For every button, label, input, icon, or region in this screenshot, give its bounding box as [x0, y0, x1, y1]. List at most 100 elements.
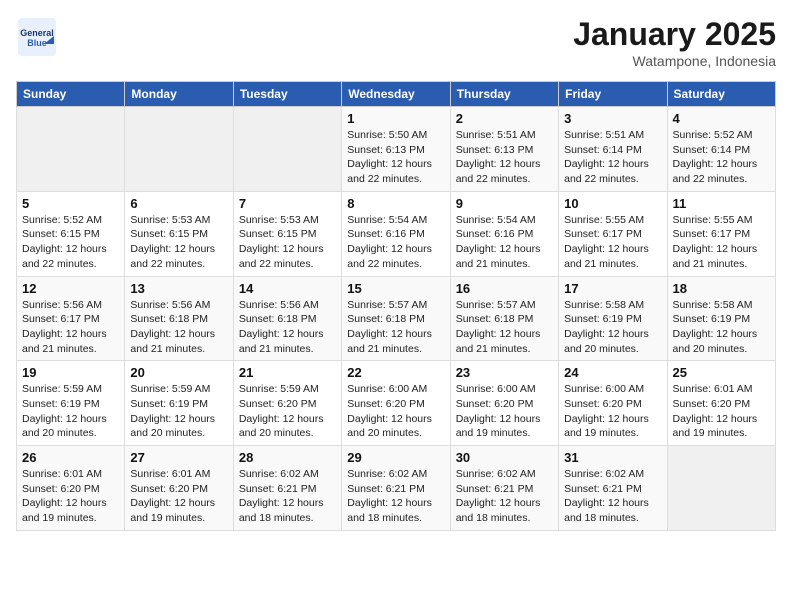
day-number: 10 — [564, 196, 661, 211]
day-info: Sunrise: 5:58 AM Sunset: 6:19 PM Dayligh… — [564, 298, 661, 357]
calendar-cell: 24 Sunrise: 6:00 AM Sunset: 6:20 PM Dayli… — [559, 361, 667, 446]
day-number: 15 — [347, 281, 444, 296]
svg-text:Blue: Blue — [27, 38, 47, 48]
day-number: 9 — [456, 196, 553, 211]
day-number: 25 — [673, 365, 770, 380]
month-title: January 2025 — [573, 16, 776, 53]
calendar-cell: 15 Sunrise: 5:57 AM Sunset: 6:18 PM Dayli… — [342, 276, 450, 361]
day-info: Sunrise: 5:58 AM Sunset: 6:19 PM Dayligh… — [673, 298, 770, 357]
day-info: Sunrise: 6:01 AM Sunset: 6:20 PM Dayligh… — [673, 382, 770, 441]
day-info: Sunrise: 5:55 AM Sunset: 6:17 PM Dayligh… — [673, 213, 770, 272]
col-header-saturday: Saturday — [667, 82, 775, 107]
day-info: Sunrise: 5:51 AM Sunset: 6:14 PM Dayligh… — [564, 128, 661, 187]
day-info: Sunrise: 6:00 AM Sunset: 6:20 PM Dayligh… — [456, 382, 553, 441]
calendar-cell: 8 Sunrise: 5:54 AM Sunset: 6:16 PM Daylig… — [342, 191, 450, 276]
day-info: Sunrise: 6:00 AM Sunset: 6:20 PM Dayligh… — [564, 382, 661, 441]
day-number: 8 — [347, 196, 444, 211]
logo-icon: General Blue — [16, 16, 56, 56]
day-number: 1 — [347, 111, 444, 126]
calendar-cell — [667, 446, 775, 531]
day-info: Sunrise: 5:54 AM Sunset: 6:16 PM Dayligh… — [456, 213, 553, 272]
day-number: 16 — [456, 281, 553, 296]
day-number: 18 — [673, 281, 770, 296]
calendar-cell: 25 Sunrise: 6:01 AM Sunset: 6:20 PM Dayli… — [667, 361, 775, 446]
calendar-week-row: 26Sunrise: 6:01 AM Sunset: 6:20 PM Dayli… — [17, 446, 776, 531]
day-number: 30 — [456, 450, 553, 465]
col-header-wednesday: Wednesday — [342, 82, 450, 107]
calendar-cell: 9 Sunrise: 5:54 AM Sunset: 6:16 PM Daylig… — [450, 191, 558, 276]
calendar-cell: 13 Sunrise: 5:56 AM Sunset: 6:18 PM Dayli… — [125, 276, 233, 361]
day-info: Sunrise: 5:59 AM Sunset: 6:19 PM Dayligh… — [22, 382, 119, 441]
calendar-cell: 29 Sunrise: 6:02 AM Sunset: 6:21 PM Dayli… — [342, 446, 450, 531]
calendar-cell: 28Sunrise: 6:02 AM Sunset: 6:21 PM Dayli… — [233, 446, 341, 531]
day-number: 23 — [456, 365, 553, 380]
day-info: Sunrise: 5:51 AM Sunset: 6:13 PM Dayligh… — [456, 128, 553, 187]
logo: General Blue — [16, 16, 60, 56]
day-info: Sunrise: 5:52 AM Sunset: 6:14 PM Dayligh… — [673, 128, 770, 187]
day-info: Sunrise: 5:55 AM Sunset: 6:17 PM Dayligh… — [564, 213, 661, 272]
calendar-cell: 21 Sunrise: 5:59 AM Sunset: 6:20 PM Dayli… — [233, 361, 341, 446]
page-header: General Blue January 2025 Watampone, Ind… — [16, 16, 776, 69]
col-header-sunday: Sunday — [17, 82, 125, 107]
day-info: Sunrise: 5:57 AM Sunset: 6:18 PM Dayligh… — [456, 298, 553, 357]
calendar-cell: 26Sunrise: 6:01 AM Sunset: 6:20 PM Dayli… — [17, 446, 125, 531]
day-info: Sunrise: 5:53 AM Sunset: 6:15 PM Dayligh… — [239, 213, 336, 272]
day-info: Sunrise: 6:01 AM Sunset: 6:20 PM Dayligh… — [130, 467, 227, 526]
day-number: 28 — [239, 450, 336, 465]
day-info: Sunrise: 5:54 AM Sunset: 6:16 PM Dayligh… — [347, 213, 444, 272]
day-number: 21 — [239, 365, 336, 380]
calendar-cell: 16 Sunrise: 5:57 AM Sunset: 6:18 PM Dayli… — [450, 276, 558, 361]
day-number: 3 — [564, 111, 661, 126]
calendar-cell: 6 Sunrise: 5:53 AM Sunset: 6:15 PM Daylig… — [125, 191, 233, 276]
title-block: January 2025 Watampone, Indonesia — [573, 16, 776, 69]
day-number: 20 — [130, 365, 227, 380]
calendar-cell: 7 Sunrise: 5:53 AM Sunset: 6:15 PM Daylig… — [233, 191, 341, 276]
location: Watampone, Indonesia — [573, 53, 776, 69]
day-info: Sunrise: 6:02 AM Sunset: 6:21 PM Dayligh… — [347, 467, 444, 526]
calendar-cell: 18 Sunrise: 5:58 AM Sunset: 6:19 PM Dayli… — [667, 276, 775, 361]
calendar-week-row: 19 Sunrise: 5:59 AM Sunset: 6:19 PM Dayli… — [17, 361, 776, 446]
day-info: Sunrise: 6:01 AM Sunset: 6:20 PM Dayligh… — [22, 467, 119, 526]
calendar-week-row: 1Sunrise: 5:50 AM Sunset: 6:13 PM Daylig… — [17, 107, 776, 192]
day-number: 17 — [564, 281, 661, 296]
col-header-tuesday: Tuesday — [233, 82, 341, 107]
day-number: 13 — [130, 281, 227, 296]
calendar-cell: 3 Sunrise: 5:51 AM Sunset: 6:14 PM Daylig… — [559, 107, 667, 192]
day-info: Sunrise: 5:53 AM Sunset: 6:15 PM Dayligh… — [130, 213, 227, 272]
day-number: 2 — [456, 111, 553, 126]
day-info: Sunrise: 5:52 AM Sunset: 6:15 PM Dayligh… — [22, 213, 119, 272]
day-number: 24 — [564, 365, 661, 380]
day-info: Sunrise: 5:56 AM Sunset: 6:18 PM Dayligh… — [130, 298, 227, 357]
calendar-week-row: 12Sunrise: 5:56 AM Sunset: 6:17 PM Dayli… — [17, 276, 776, 361]
day-info: Sunrise: 5:59 AM Sunset: 6:19 PM Dayligh… — [130, 382, 227, 441]
calendar-cell: 19 Sunrise: 5:59 AM Sunset: 6:19 PM Dayli… — [17, 361, 125, 446]
day-number: 7 — [239, 196, 336, 211]
day-number: 11 — [673, 196, 770, 211]
day-number: 22 — [347, 365, 444, 380]
day-info: Sunrise: 5:56 AM Sunset: 6:18 PM Dayligh… — [239, 298, 336, 357]
calendar-cell: 23 Sunrise: 6:00 AM Sunset: 6:20 PM Dayli… — [450, 361, 558, 446]
calendar-cell: 31 Sunrise: 6:02 AM Sunset: 6:21 PM Dayli… — [559, 446, 667, 531]
day-number: 12 — [22, 281, 119, 296]
day-number: 6 — [130, 196, 227, 211]
calendar-cell: 2 Sunrise: 5:51 AM Sunset: 6:13 PM Daylig… — [450, 107, 558, 192]
calendar-cell — [125, 107, 233, 192]
calendar-header-row: SundayMondayTuesdayWednesdayThursdayFrid… — [17, 82, 776, 107]
calendar-cell: 27Sunrise: 6:01 AM Sunset: 6:20 PM Dayli… — [125, 446, 233, 531]
day-info: Sunrise: 6:02 AM Sunset: 6:21 PM Dayligh… — [564, 467, 661, 526]
day-info: Sunrise: 5:59 AM Sunset: 6:20 PM Dayligh… — [239, 382, 336, 441]
svg-text:General: General — [20, 28, 54, 38]
calendar-cell: 12Sunrise: 5:56 AM Sunset: 6:17 PM Dayli… — [17, 276, 125, 361]
day-number: 29 — [347, 450, 444, 465]
day-number: 19 — [22, 365, 119, 380]
day-info: Sunrise: 5:57 AM Sunset: 6:18 PM Dayligh… — [347, 298, 444, 357]
calendar-cell — [233, 107, 341, 192]
col-header-friday: Friday — [559, 82, 667, 107]
calendar-cell: 14Sunrise: 5:56 AM Sunset: 6:18 PM Dayli… — [233, 276, 341, 361]
calendar-cell: 20 Sunrise: 5:59 AM Sunset: 6:19 PM Dayli… — [125, 361, 233, 446]
day-number: 31 — [564, 450, 661, 465]
day-info: Sunrise: 6:00 AM Sunset: 6:20 PM Dayligh… — [347, 382, 444, 441]
day-number: 5 — [22, 196, 119, 211]
calendar-week-row: 5 Sunrise: 5:52 AM Sunset: 6:15 PM Daylig… — [17, 191, 776, 276]
col-header-monday: Monday — [125, 82, 233, 107]
